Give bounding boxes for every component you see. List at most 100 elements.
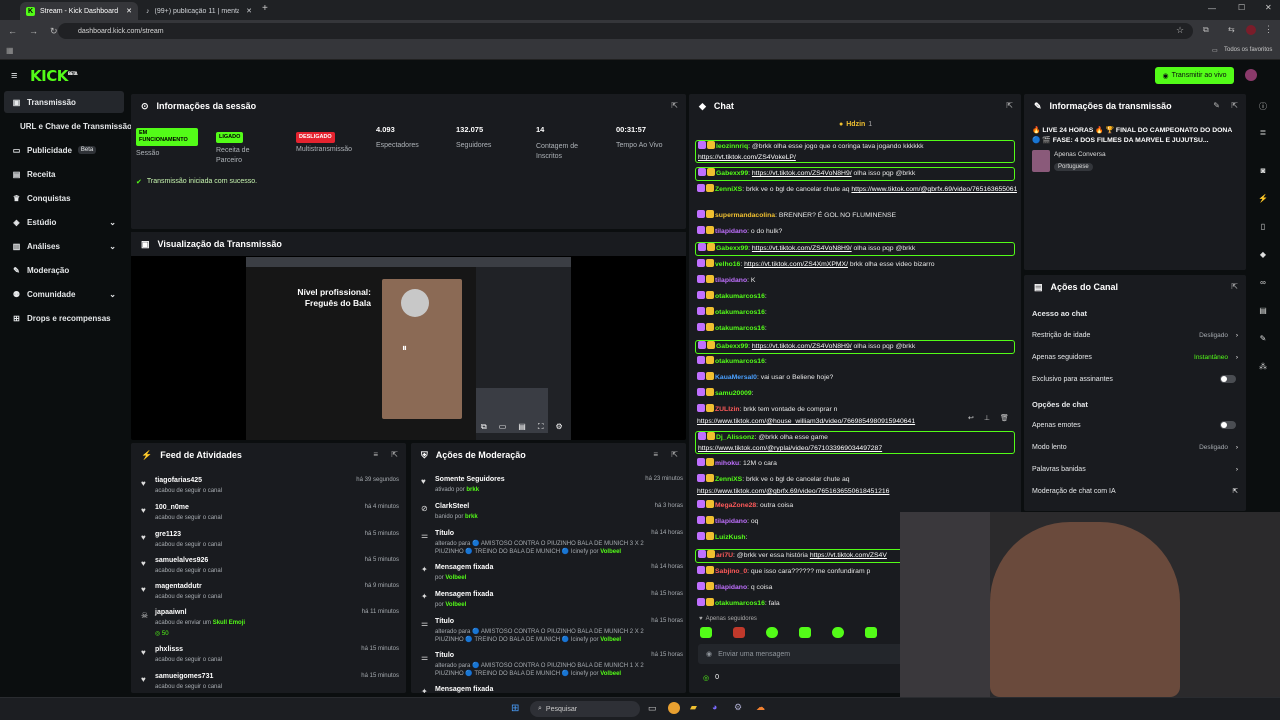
- chat-username[interactable]: ZenniXS: [715, 186, 742, 193]
- emote-icon[interactable]: [832, 627, 844, 638]
- link-icon[interactable]: ∞: [1250, 272, 1276, 292]
- chat-username[interactable]: mihoku: [715, 460, 739, 467]
- reply-icon[interactable]: ↩: [968, 414, 974, 422]
- feed-username[interactable]: phxlisss: [155, 646, 183, 653]
- hamburger-menu-icon[interactable]: ≡: [11, 70, 17, 82]
- popout-icon[interactable]: ⇱: [391, 450, 398, 459]
- apps-grid-icon[interactable]: ▦: [6, 46, 14, 55]
- emote-icon[interactable]: [700, 627, 712, 638]
- close-tab-icon[interactable]: ✕: [246, 7, 252, 15]
- delete-icon[interactable]: 🗑: [1000, 414, 1009, 422]
- mod-actor[interactable]: brkk: [466, 487, 479, 493]
- user-avatar[interactable]: [1245, 69, 1257, 81]
- row-banned-words[interactable]: Palavras banidas ›: [1032, 461, 1238, 477]
- chat-username[interactable]: LuizKush: [715, 534, 746, 541]
- apps-icon[interactable]: ⁂: [1250, 356, 1276, 376]
- chat-username[interactable]: otakumarcos16: [715, 309, 765, 316]
- toggle-switch[interactable]: [1220, 421, 1236, 429]
- sliders-icon[interactable]: ≣: [1250, 122, 1276, 142]
- document-icon[interactable]: ▯: [1250, 216, 1276, 236]
- mod-actor[interactable]: Volbeel: [445, 602, 466, 608]
- back-icon[interactable]: ←: [8, 26, 17, 36]
- profile-avatar[interactable]: [1246, 25, 1256, 35]
- layout-icon[interactable]: ▤: [1250, 300, 1276, 320]
- chat-username[interactable]: Gabexx99: [716, 343, 748, 350]
- feed-username[interactable]: magentaddutr: [155, 583, 202, 590]
- chat-username[interactable]: ZULIzin: [715, 406, 740, 413]
- chat-username[interactable]: ZenniXS: [715, 476, 742, 483]
- close-window-icon[interactable]: ✕: [1265, 3, 1272, 12]
- settings-gear-icon[interactable]: ⚙: [555, 422, 562, 432]
- wrench-icon[interactable]: ✎: [1250, 328, 1276, 348]
- pin-icon[interactable]: ⊥: [984, 414, 990, 422]
- tab-tiktok[interactable]: ♪ (99+) publicação 11 | mentalista ✕: [140, 2, 258, 20]
- sidebar-item-conquistas[interactable]: ♛ Conquistas: [4, 187, 124, 209]
- chat-username[interactable]: ari7U: [716, 552, 733, 559]
- mod-actor[interactable]: brkk: [465, 514, 478, 520]
- chat-username[interactable]: Dj_Alissonz: [716, 434, 755, 441]
- feed-username[interactable]: samueigomes731: [155, 673, 213, 680]
- chat-username[interactable]: tilapidano: [715, 277, 747, 284]
- emote-icon[interactable]: [733, 627, 745, 638]
- channel-points[interactable]: ◎ 0: [703, 674, 719, 682]
- emote-icon[interactable]: [799, 627, 811, 638]
- chat-username[interactable]: Gabexx99: [716, 245, 748, 252]
- windows-start-icon[interactable]: ⊞: [511, 703, 519, 714]
- sidebar-item-drops[interactable]: ⊞ Drops e recompensas: [4, 307, 124, 329]
- chat-link[interactable]: https://www.tiktok.com/@gbrfx.69/video/7…: [697, 488, 889, 495]
- reload-icon[interactable]: ↻: [50, 26, 58, 37]
- chat-username[interactable]: leozinnriq: [716, 143, 748, 150]
- row-slow-mode[interactable]: Modo lento Desligado ›: [1032, 439, 1238, 455]
- row-followers-only[interactable]: Apenas seguidores Instantâneo ›: [1032, 349, 1238, 365]
- chat-link[interactable]: https://www.tiktok.com/@house_william3d/…: [697, 418, 915, 425]
- chat-username[interactable]: KauaMersal0: [715, 374, 757, 381]
- chat-username[interactable]: otakumarcos16: [715, 600, 765, 607]
- menu-dots-icon[interactable]: ⋮: [1264, 24, 1273, 35]
- category-name[interactable]: Apenas Conversa: [1054, 151, 1106, 158]
- chat-link[interactable]: https://vt.tiktok.com/ZS4V: [810, 552, 887, 559]
- chat-username[interactable]: tilapidano: [715, 584, 747, 591]
- row-age-restriction[interactable]: Restrição de idade Desligado ›: [1032, 327, 1238, 343]
- feed-username[interactable]: gre1123: [155, 531, 181, 538]
- edit-icon[interactable]: ✎: [1213, 101, 1220, 110]
- chat-username[interactable]: Sabjino_0: [715, 568, 747, 575]
- feed-username[interactable]: tiagofarias425: [155, 477, 202, 484]
- filter-icon[interactable]: ≡: [653, 450, 658, 459]
- sidebar-item-receita[interactable]: ▤ Receita: [4, 163, 124, 185]
- chat-username[interactable]: samu20009: [715, 390, 752, 397]
- new-tab-icon[interactable]: +: [262, 3, 268, 14]
- video-player[interactable]: Nível profissional: Freguês do Bala ⏸: [246, 257, 571, 440]
- lightning-icon[interactable]: ⚡: [1250, 188, 1276, 208]
- taskbar-search[interactable]: ⌕ Pesquisar: [530, 701, 640, 717]
- chat-link[interactable]: https://vt.tiktok.com/ZS4VokeLP/: [698, 154, 796, 161]
- chat-username[interactable]: otakumarcos16: [715, 293, 765, 300]
- sidebar-item-publicidade[interactable]: ▭ Publicidade Beta: [4, 139, 124, 161]
- info-icon[interactable]: ⓘ: [1250, 96, 1276, 116]
- feed-username[interactable]: 100_n0me: [155, 504, 189, 511]
- chat-username[interactable]: Gabexx99: [716, 170, 748, 177]
- feed-username[interactable]: samuelalves926: [155, 557, 208, 564]
- mod-actor[interactable]: Volbeel: [600, 637, 621, 643]
- chat-input[interactable]: ◉ Enviar uma mensagem: [698, 644, 904, 664]
- sidebar-item-transmissao[interactable]: ▣ Transmissão: [4, 91, 124, 113]
- chat-link[interactable]: https://www.tiktok.com/@ryplai/video/767…: [698, 445, 882, 452]
- emoji-icon[interactable]: ◉: [706, 650, 712, 658]
- chat-username[interactable]: tilapidano: [715, 228, 747, 235]
- popout-icon[interactable]: ⇱: [671, 101, 678, 110]
- file-explorer-icon[interactable]: ▰: [690, 702, 697, 713]
- maximize-icon[interactable]: ☐: [1238, 3, 1245, 12]
- sidebar-item-url-chave[interactable]: URL e Chave de Transmissão: [4, 115, 132, 137]
- app-icon[interactable]: ☁: [756, 702, 765, 713]
- popout-icon[interactable]: ⇱: [1231, 101, 1238, 110]
- chat-link[interactable]: https://vt.tiktok.com/ZS4VoN8H9/: [752, 245, 852, 252]
- forward-icon[interactable]: →: [29, 26, 38, 36]
- mod-actor[interactable]: Volbeel: [600, 549, 621, 555]
- row-ai-moderation[interactable]: Moderação de chat com IA ⇱: [1032, 483, 1238, 499]
- pause-icon[interactable]: ⏸: [402, 343, 407, 354]
- chat-link[interactable]: https://vt.tiktok.com/ZS4XmXPMX/: [744, 261, 848, 268]
- emote-icon[interactable]: [766, 627, 778, 638]
- chat-username[interactable]: otakumarcos16: [715, 358, 765, 365]
- sidebar-item-analises[interactable]: ▥ Análises ⌄: [4, 235, 124, 257]
- cast-icon[interactable]: ⇆: [1228, 25, 1235, 34]
- popout-icon[interactable]: ⇱: [1006, 101, 1013, 110]
